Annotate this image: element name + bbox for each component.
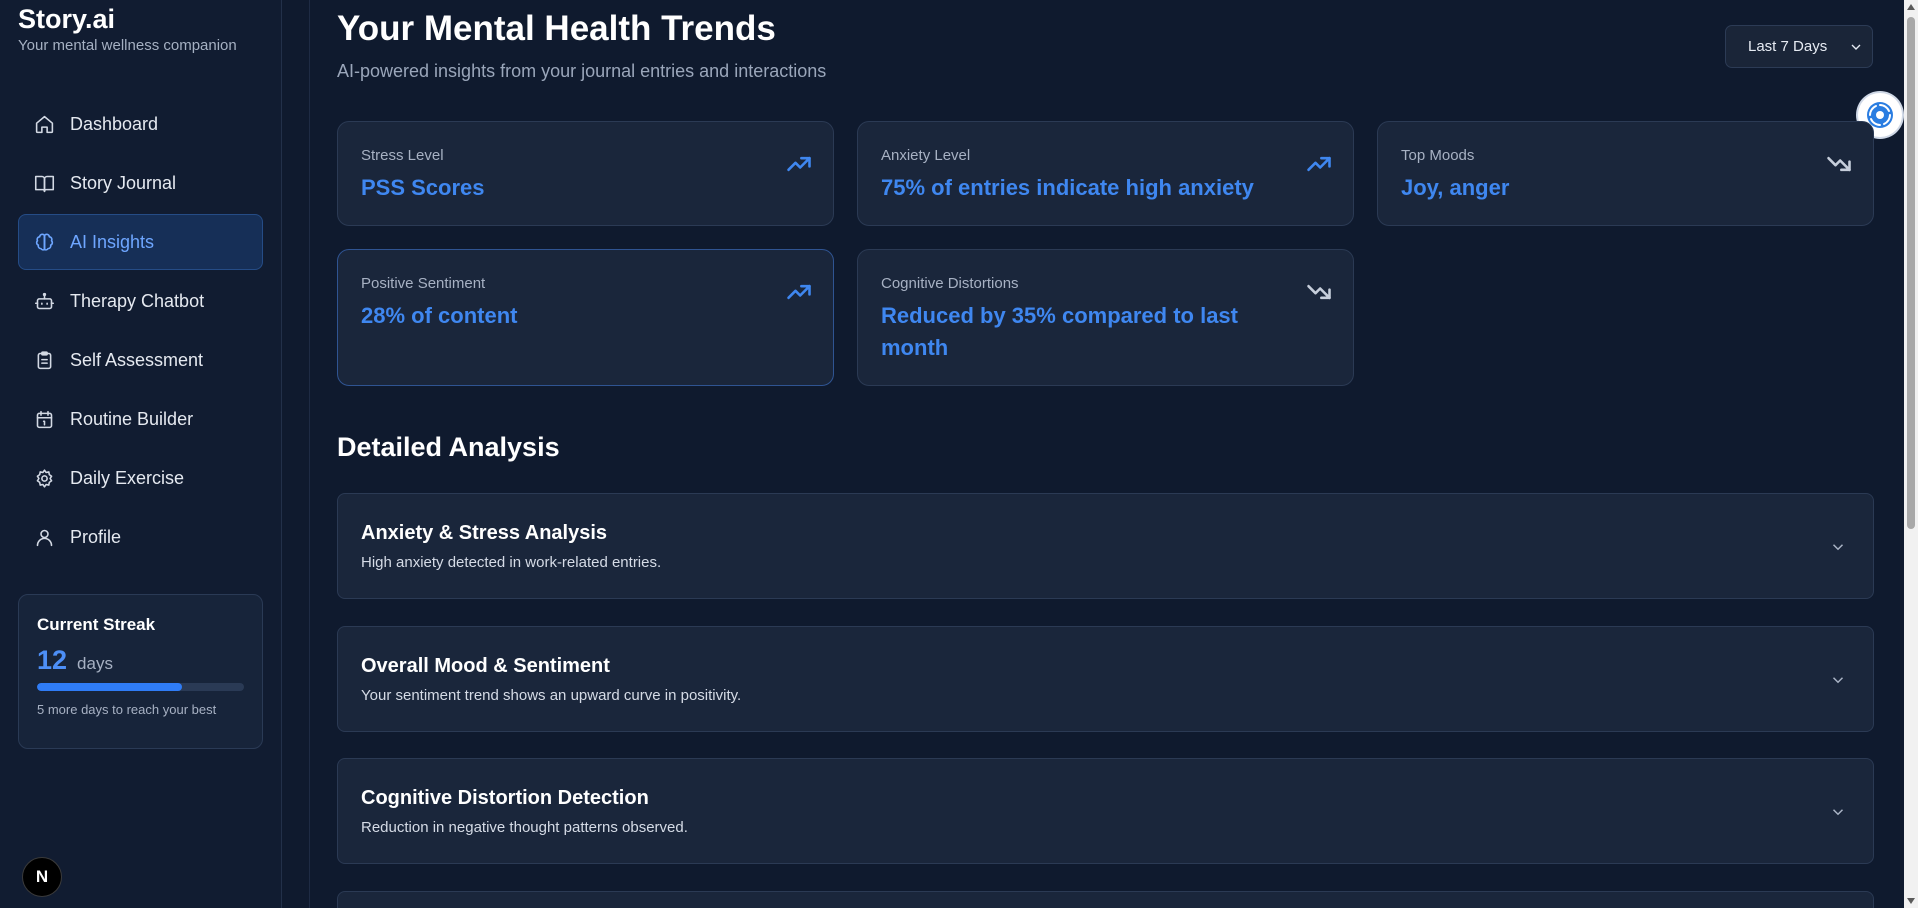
user-icon bbox=[33, 526, 55, 548]
streak-progress-fill bbox=[37, 683, 182, 691]
sidebar-item-label: Routine Builder bbox=[70, 408, 194, 429]
trending-down-icon bbox=[1825, 150, 1853, 178]
page-scrollbar[interactable] bbox=[1904, 0, 1918, 908]
section-title: Detailed Analysis bbox=[337, 432, 560, 462]
sidebar-item-label: Daily Exercise bbox=[70, 467, 185, 488]
card-value: PSS Scores bbox=[361, 175, 485, 200]
brand-subtitle: Your mental wellness companion bbox=[18, 37, 237, 54]
accordion-title: Cognitive Distortion Detection bbox=[361, 787, 649, 809]
brain-icon bbox=[33, 231, 55, 253]
card-label: Top Moods bbox=[1401, 147, 1475, 164]
accordion-description: High anxiety detected in work-related en… bbox=[361, 554, 662, 571]
card-label: Anxiety Level bbox=[881, 147, 971, 164]
card-label: Stress Level bbox=[361, 147, 444, 164]
card-value: Joy, anger bbox=[1401, 175, 1510, 200]
chevron-down-icon bbox=[1829, 803, 1847, 821]
accordion-item-mood-sentiment[interactable]: Overall Mood & Sentiment Your sentiment … bbox=[337, 626, 1874, 732]
sidebar-item-label: Self Assessment bbox=[70, 349, 204, 370]
chevron-down-icon bbox=[1829, 671, 1847, 689]
book-icon bbox=[33, 172, 55, 194]
cognitive-distortions-card: Cognitive Distortions Reduced by 35% com… bbox=[857, 249, 1354, 386]
bot-icon bbox=[33, 290, 55, 312]
card-value: Reduced by 35% compared to last month bbox=[881, 303, 1238, 360]
page-title: Your Mental Health Trends bbox=[337, 9, 776, 48]
scrollbar-thumb[interactable] bbox=[1907, 17, 1915, 529]
card-value: 75% of entries indicate high anxiety bbox=[881, 175, 1254, 200]
sidebar-item-label: Therapy Chatbot bbox=[70, 290, 205, 311]
page-subtitle: AI-powered insights from your journal en… bbox=[337, 61, 827, 81]
stress-level-card: Stress Level PSS Scores bbox=[337, 121, 834, 226]
trending-up-icon bbox=[785, 150, 813, 178]
sidebar-item-label: Story Journal bbox=[70, 172, 177, 193]
trending-down-icon bbox=[1305, 278, 1333, 306]
date-range-value: Last 7 Days bbox=[1748, 38, 1828, 55]
current-streak-card: Current Streak 12 days 5 more days to re… bbox=[18, 594, 263, 749]
card-value: 28% of content bbox=[361, 303, 518, 328]
divider bbox=[309, 0, 310, 908]
anxiety-level-card: Anxiety Level 75% of entries indicate hi… bbox=[857, 121, 1354, 226]
sidebar-item-self-assessment[interactable]: Self Assessment bbox=[18, 332, 263, 388]
streak-note: 5 more days to reach your best bbox=[37, 702, 217, 717]
sidebar-nav: Dashboard Story Journal AI Insights Ther… bbox=[18, 96, 263, 568]
brand-title[interactable]: Story.ai bbox=[18, 4, 237, 34]
accordion-item-cognitive-distortion[interactable]: Cognitive Distortion Detection Reduction… bbox=[337, 758, 1874, 864]
accordion-title: Overall Mood & Sentiment bbox=[361, 655, 610, 677]
sidebar-item-ai-insights[interactable]: AI Insights bbox=[18, 214, 263, 270]
streak-count: 12 bbox=[37, 645, 68, 675]
sidebar-item-daily-exercise[interactable]: Daily Exercise bbox=[18, 450, 263, 506]
sidebar-item-therapy-chatbot[interactable]: Therapy Chatbot bbox=[18, 273, 263, 329]
positive-sentiment-card: Positive Sentiment 28% of content bbox=[337, 249, 834, 386]
accordion-item-anxiety-stress[interactable]: Anxiety & Stress Analysis High anxiety d… bbox=[337, 493, 1874, 599]
sidebar-item-label: Profile bbox=[70, 526, 122, 547]
sidebar-item-story-journal[interactable]: Story Journal bbox=[18, 155, 263, 211]
accordion-description: Your sentiment trend shows an upward cur… bbox=[361, 687, 742, 704]
sidebar-item-label: AI Insights bbox=[70, 231, 155, 252]
streak-progress-bar bbox=[37, 683, 244, 691]
sidebar-item-routine-builder[interactable]: Routine Builder bbox=[18, 391, 263, 447]
streak-title: Current Streak bbox=[37, 615, 156, 634]
sidebar-item-profile[interactable]: Profile bbox=[18, 509, 263, 565]
gear-icon bbox=[33, 467, 55, 489]
chevron-down-icon bbox=[1829, 538, 1847, 556]
scroll-down-arrow-icon[interactable] bbox=[1907, 898, 1915, 904]
next-dev-badge[interactable]: N bbox=[22, 857, 62, 897]
brand[interactable]: Story.ai Your mental wellness companion bbox=[18, 4, 237, 54]
chevron-down-icon bbox=[1848, 39, 1864, 55]
calendar-icon bbox=[33, 408, 55, 430]
accordion-description: Reduction in negative thought patterns o… bbox=[361, 819, 688, 836]
sidebar: Story.ai Your mental wellness companion … bbox=[0, 0, 282, 908]
date-range-select[interactable]: Last 7 Days bbox=[1725, 25, 1873, 68]
accordion-item-partial[interactable] bbox=[337, 891, 1874, 908]
sidebar-item-label: Dashboard bbox=[70, 113, 159, 134]
sidebar-item-dashboard[interactable]: Dashboard bbox=[18, 96, 263, 152]
home-icon bbox=[33, 113, 55, 135]
clipboard-icon bbox=[33, 349, 55, 371]
trending-up-icon bbox=[785, 278, 813, 306]
card-label: Cognitive Distortions bbox=[881, 275, 1019, 292]
trending-up-icon bbox=[1305, 150, 1333, 178]
top-moods-card: Top Moods Joy, anger bbox=[1377, 121, 1874, 226]
streak-unit: days bbox=[77, 654, 113, 673]
accordion-title: Anxiety & Stress Analysis bbox=[361, 522, 608, 544]
card-label: Positive Sentiment bbox=[361, 275, 486, 292]
scroll-up-arrow-icon[interactable] bbox=[1907, 4, 1915, 10]
